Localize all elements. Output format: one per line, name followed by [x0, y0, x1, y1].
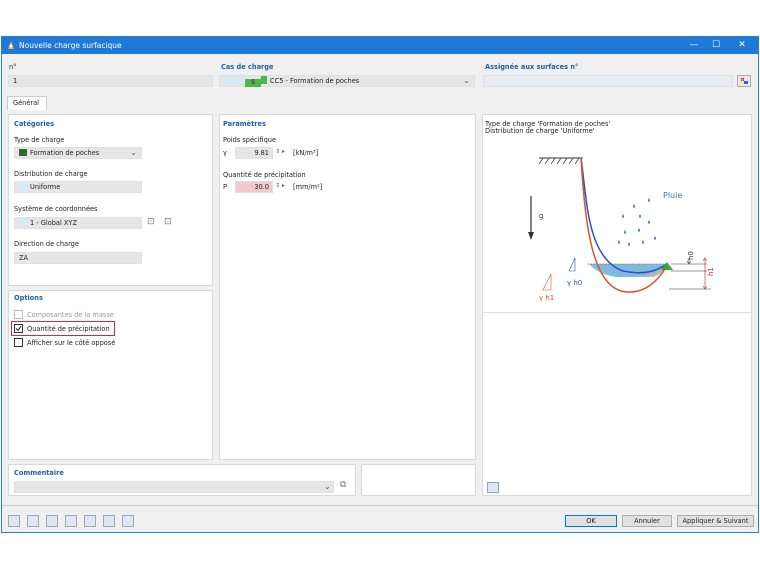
coord-swatch	[19, 219, 27, 226]
direction-label: Direction de charge	[14, 240, 79, 248]
ponding-diagram: g h0 h1 γ h0 γ h1 Pluie	[528, 157, 715, 302]
load-case-select[interactable]: S CC5 - Formation de poches ⌄	[219, 75, 475, 87]
view-icon[interactable]	[65, 515, 77, 527]
g-label: g	[539, 212, 543, 220]
options-header: Options	[14, 294, 43, 302]
filter-icon[interactable]	[84, 515, 96, 527]
h1-label: h1	[707, 267, 715, 276]
coord-system-value: 1 - Global XYZ	[30, 219, 77, 227]
assigned-label: Assignée aux surfaces n°	[485, 63, 579, 71]
precip-quantity-label: Quantité de précipitation	[223, 171, 306, 179]
new-coord-icon[interactable]: ⊡	[147, 217, 155, 227]
load-case-value: CC5 - Formation de poches	[270, 77, 360, 85]
bottom-divider	[2, 505, 758, 506]
distribution-value: Uniforme	[30, 183, 61, 191]
load-type-select[interactable]: Formation de poches ⌄	[14, 147, 142, 159]
parameters-panel	[219, 114, 476, 460]
h0-label: h0	[687, 251, 695, 260]
app-icon	[8, 41, 14, 49]
minimize-icon[interactable]: —	[684, 39, 704, 51]
precipitation-checkbox[interactable]	[14, 324, 23, 333]
distribution-swatch	[19, 183, 27, 190]
edit-coord-icon[interactable]: ⊡	[164, 217, 172, 227]
chevron-down-icon: ⌄	[130, 148, 137, 157]
window-title: Nouvelle charge surfacique	[19, 41, 122, 50]
gamma-stepper-icon[interactable]: ⇕ ▸	[275, 148, 285, 155]
table-icon[interactable]	[46, 515, 58, 527]
distribution-label: Distribution de charge	[14, 170, 88, 178]
load-type-swatch	[19, 149, 27, 156]
mass-components-label: Composantes de la masse	[27, 311, 114, 319]
gamma-input[interactable]: 9.81	[235, 147, 273, 159]
categories-header: Catégories	[14, 120, 55, 128]
number-label: n°	[9, 63, 17, 71]
diagram-line2: Distribution de charge 'Uniforme'	[485, 127, 595, 135]
tab-general[interactable]: Général	[7, 96, 47, 110]
empty-panel	[361, 464, 476, 496]
precip-input[interactable]: 30.0	[235, 181, 273, 193]
load-type-label: Type de charge	[14, 136, 65, 144]
parameters-header: Paramètres	[223, 120, 266, 128]
gamma-unit: [kN/m³]	[293, 149, 319, 157]
load-case-swatch-light	[224, 77, 242, 84]
copy-comment-icon[interactable]: ⧉	[340, 480, 346, 490]
direction-field[interactable]: ZA	[14, 252, 142, 264]
close-icon[interactable]: ✕	[732, 39, 752, 51]
chevron-down-icon[interactable]: ⌄	[324, 482, 331, 491]
comment-input[interactable]	[14, 481, 334, 493]
precipitation-label: Quantité de précipitation	[27, 325, 110, 333]
load-type-value: Formation de poches	[30, 149, 100, 157]
select-surfaces-icon[interactable]	[737, 75, 751, 87]
mass-components-checkbox[interactable]	[14, 310, 23, 319]
cancel-button[interactable]: Annuler	[622, 515, 672, 527]
number-field[interactable]: 1	[8, 75, 213, 87]
load-case-label: Cas de charge	[221, 63, 274, 71]
function-icon[interactable]	[103, 515, 115, 527]
assigned-surfaces-field[interactable]	[483, 75, 733, 87]
diagram-divider	[483, 312, 751, 313]
show-opposite-checkbox[interactable]	[14, 338, 23, 347]
apply-next-button[interactable]: Appliquer & Suivant	[677, 515, 754, 527]
gh1-label: γ h1	[539, 294, 554, 302]
comment-label: Commentaire	[14, 469, 64, 477]
settings-icon[interactable]	[122, 515, 134, 527]
search-icon[interactable]	[8, 515, 20, 527]
title-bar: Nouvelle charge surfacique — ☐ ✕	[2, 37, 758, 54]
chevron-down-icon: ⌄	[463, 76, 470, 85]
rain-drops	[618, 198, 656, 246]
ok-button[interactable]: OK	[565, 515, 617, 527]
specific-weight-label: Poids spécifique	[223, 136, 277, 144]
coord-system-label: Système de coordonnées	[14, 205, 98, 213]
gh0-label: γ h0	[567, 279, 582, 287]
diagram-options-icon[interactable]	[487, 482, 499, 493]
coord-system-select[interactable]: 1 - Global XYZ	[14, 217, 142, 229]
show-opposite-label: Afficher sur le côté opposé	[27, 339, 116, 347]
precip-unit: [mm/m²]	[293, 183, 323, 191]
distribution-field[interactable]: Uniforme	[14, 181, 142, 193]
units-icon[interactable]	[27, 515, 39, 527]
load-case-color	[261, 76, 267, 84]
load-case-code: S	[245, 79, 261, 87]
gamma-symbol: γ	[223, 149, 227, 157]
precip-stepper-icon[interactable]: ⇕ ▸	[275, 182, 285, 189]
maximize-icon[interactable]: ☐	[706, 39, 726, 51]
p-symbol: P	[223, 183, 227, 191]
rain-label: Pluie	[663, 191, 682, 200]
